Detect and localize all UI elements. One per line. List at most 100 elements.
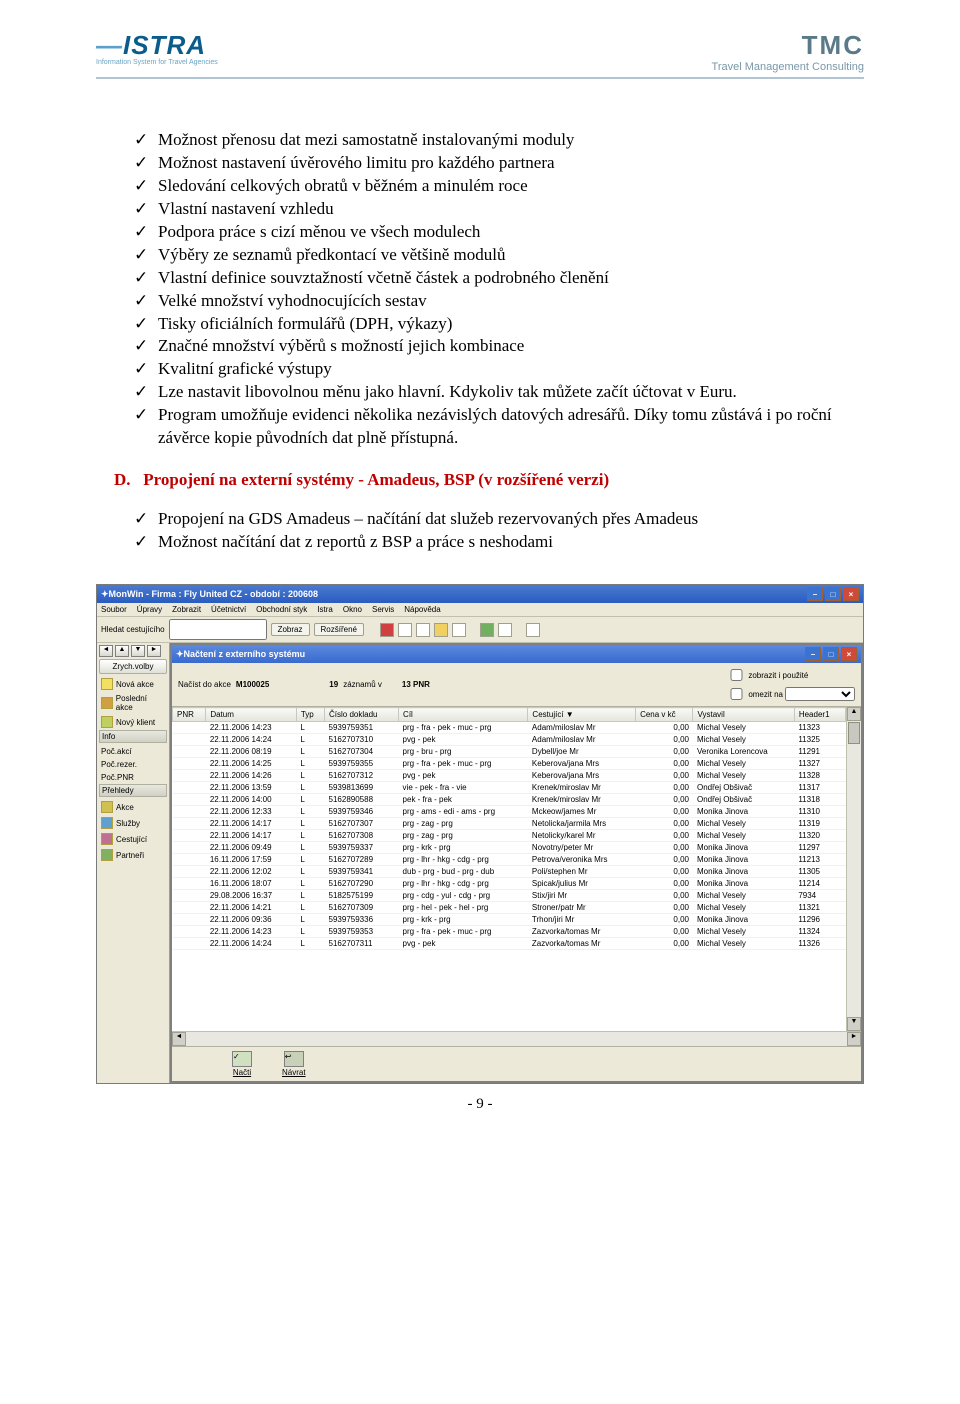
sidebar-info-head: Info xyxy=(99,730,167,743)
table-row[interactable]: 22.11.2006 12:33L5939759346prg - ams - e… xyxy=(173,806,846,818)
data-grid[interactable]: PNRDatumTypČíslo dokladuCílCestující ▼Ce… xyxy=(172,707,861,1031)
toolbar-icon[interactable] xyxy=(498,623,512,637)
rozsirene-button[interactable]: Rozšířené xyxy=(314,623,364,636)
sidebar-zrych[interactable]: Zrych.volby xyxy=(99,659,167,674)
toolbar-icon[interactable] xyxy=(398,623,412,637)
sidebar-posledni-akce[interactable]: Poslední akce xyxy=(99,692,167,714)
app-screenshot: ✦ MonWin - Firma : Fly United CZ - obdob… xyxy=(96,584,864,1084)
sidebar-novy-klient[interactable]: Nový klient xyxy=(99,714,167,730)
close-button[interactable]: × xyxy=(843,587,859,601)
table-row[interactable]: 22.11.2006 14:21L5162707309prg - hel - p… xyxy=(173,902,846,914)
check-icon: ✓ xyxy=(134,129,148,152)
sidebar-cestujici[interactable]: Cestující xyxy=(99,831,167,847)
toolbar-icon[interactable] xyxy=(480,623,494,637)
nav-arrows[interactable]: ◄▲▼► xyxy=(99,645,167,657)
table-row[interactable]: 22.11.2006 09:49L5939759337prg - krk - p… xyxy=(173,842,846,854)
column-header[interactable]: Cíl xyxy=(399,708,528,722)
list-item: ✓Kvalitní grafické výstupy xyxy=(134,358,864,381)
child-close[interactable]: × xyxy=(841,647,857,661)
toolbar-icon[interactable] xyxy=(452,623,466,637)
toolbar-icon[interactable] xyxy=(380,623,394,637)
check-icon: ✓ xyxy=(134,267,148,290)
menu-item[interactable]: Okno xyxy=(343,605,362,614)
toolbar-icon[interactable] xyxy=(416,623,430,637)
list-item: ✓Značné množství výběrů s možností jejic… xyxy=(134,335,864,358)
app-icon: ✦ xyxy=(101,589,109,600)
sidebar: ◄▲▼► Zrych.volby Nová akce Poslední akce… xyxy=(97,643,170,1083)
menu-item[interactable]: Soubor xyxy=(101,605,127,614)
sidebar-partneri[interactable]: Partneři xyxy=(99,847,167,863)
minimize-button[interactable]: – xyxy=(807,587,823,601)
list-item: ✓Program umožňuje evidenci několika nezá… xyxy=(134,404,864,450)
column-header[interactable]: Datum xyxy=(206,708,297,722)
column-header[interactable]: Cestující ▼ xyxy=(528,708,636,722)
list-item: ✓Velké množství vyhodnocujících sestav xyxy=(134,290,864,313)
list-item: ✓Možnost přenosu dat mezi samostatně ins… xyxy=(134,129,864,152)
menu-item[interactable]: Obchodní styk xyxy=(256,605,307,614)
column-header[interactable]: Header1 xyxy=(794,708,845,722)
menu-item[interactable]: Zobrazit xyxy=(172,605,201,614)
menubar[interactable]: Soubor Úpravy Zobrazit Účetnictví Obchodní s… xyxy=(97,603,863,617)
bullet-list-2: ✓Propojení na GDS Amadeus – načítání dat… xyxy=(96,508,864,554)
header-rule xyxy=(96,77,864,79)
menu-item[interactable]: Servis xyxy=(372,605,394,614)
hscrollbar[interactable]: ◄► xyxy=(172,1031,861,1046)
child-title: Načtení z externího systému xyxy=(184,649,306,659)
page-header: —ISTRA Information System for Travel Age… xyxy=(96,30,864,73)
list-item: ✓Možnost načítání dat z reportů z BSP a … xyxy=(134,531,864,554)
column-header[interactable]: PNR xyxy=(173,708,206,722)
sidebar-sluzby[interactable]: Služby xyxy=(99,815,167,831)
sidebar-poc-akci: Poč.akcí xyxy=(99,745,167,758)
table-row[interactable]: 22.11.2006 14:24L5162707310pvg - pekAdam… xyxy=(173,734,846,746)
sidebar-akce[interactable]: Akce xyxy=(99,799,167,815)
list-item: ✓Lze nastavit libovolnou měnu jako hlavn… xyxy=(134,381,864,404)
menu-item[interactable]: Istra xyxy=(317,605,333,614)
section-d-heading: D. Propojení na externí systémy - Amadeu… xyxy=(114,470,864,490)
column-header[interactable]: Číslo dokladu xyxy=(325,708,399,722)
list-item: ✓Tisky oficiálních formulářů (DPH, výkaz… xyxy=(134,313,864,336)
table-row[interactable]: 16.11.2006 17:59L5162707289prg - lhr - h… xyxy=(173,854,846,866)
table-row[interactable]: 29.08.2006 16:37L5182575199prg - cdg - y… xyxy=(173,890,846,902)
table-row[interactable]: 22.11.2006 12:02L5939759341dub - prg - b… xyxy=(173,866,846,878)
table-row[interactable]: 22.11.2006 13:59L5939813699vie - pek - f… xyxy=(173,782,846,794)
child-titlebar[interactable]: ✦ Načtení z externího systému – □ × xyxy=(172,645,861,663)
sidebar-prehledy-head[interactable]: Přehledy xyxy=(99,784,167,797)
column-header[interactable]: Typ xyxy=(296,708,324,722)
omezit-select[interactable] xyxy=(785,687,855,701)
table-row[interactable]: 16.11.2006 18:07L5162707290prg - lhr - h… xyxy=(173,878,846,890)
table-row[interactable]: 22.11.2006 14:23L5939759353prg - fra - p… xyxy=(173,926,846,938)
chk-omezit[interactable]: omezit na xyxy=(726,685,855,703)
table-row[interactable]: 22.11.2006 14:24L5162707311pvg - pekZazv… xyxy=(173,938,846,950)
vscrollbar[interactable]: ▲▼ xyxy=(846,707,861,1031)
toolbar-icon[interactable] xyxy=(526,623,540,637)
check-icon: ✓ xyxy=(134,175,148,198)
table-row[interactable]: 22.11.2006 14:25L5939759355prg - fra - p… xyxy=(173,758,846,770)
toolbar-icon[interactable] xyxy=(434,623,448,637)
table-row[interactable]: 22.11.2006 14:26L5162707312pvg - pekKebe… xyxy=(173,770,846,782)
table-row[interactable]: 22.11.2006 09:36L5939759336prg - krk - p… xyxy=(173,914,846,926)
child-maximize[interactable]: □ xyxy=(823,647,839,661)
table-row[interactable]: 22.11.2006 14:17L5162707307prg - zag - p… xyxy=(173,818,846,830)
table-row[interactable]: 22.11.2006 14:00L5162890588pek - fra - p… xyxy=(173,794,846,806)
table-row[interactable]: 22.11.2006 08:19L5162707304prg - bru - p… xyxy=(173,746,846,758)
column-header[interactable]: Cena v kč xyxy=(636,708,693,722)
list-item: ✓Vlastní definice souvztažností včetně č… xyxy=(134,267,864,290)
main-titlebar[interactable]: ✦ MonWin - Firma : Fly United CZ - obdob… xyxy=(97,585,863,603)
sidebar-nova-akce[interactable]: Nová akce xyxy=(99,676,167,692)
menu-item[interactable]: Účetnictví xyxy=(211,605,246,614)
menu-item[interactable]: Úpravy xyxy=(137,605,162,614)
zobraz-button[interactable]: Zobraz xyxy=(271,623,310,636)
column-header[interactable]: Vystavil xyxy=(693,708,794,722)
table-row[interactable]: 22.11.2006 14:23L5939759351prg - fra - p… xyxy=(173,722,846,734)
child-minimize[interactable]: – xyxy=(805,647,821,661)
navrat-button[interactable]: ↩Návrat xyxy=(282,1051,306,1077)
search-input[interactable] xyxy=(169,619,267,640)
table-row[interactable]: 22.11.2006 14:17L5162707308prg - zag - p… xyxy=(173,830,846,842)
menu-item[interactable]: Nápověda xyxy=(404,605,440,614)
footer-buttons: ✓Načti ↩Návrat xyxy=(172,1046,861,1081)
child-window: ✦ Načtení z externího systému – □ × Načí… xyxy=(172,645,861,1081)
nacti-button[interactable]: ✓Načti xyxy=(232,1051,252,1077)
check-icon: ✓ xyxy=(134,290,148,313)
chk-zobrazit[interactable]: zobrazit i použité xyxy=(726,666,855,684)
maximize-button[interactable]: □ xyxy=(825,587,841,601)
